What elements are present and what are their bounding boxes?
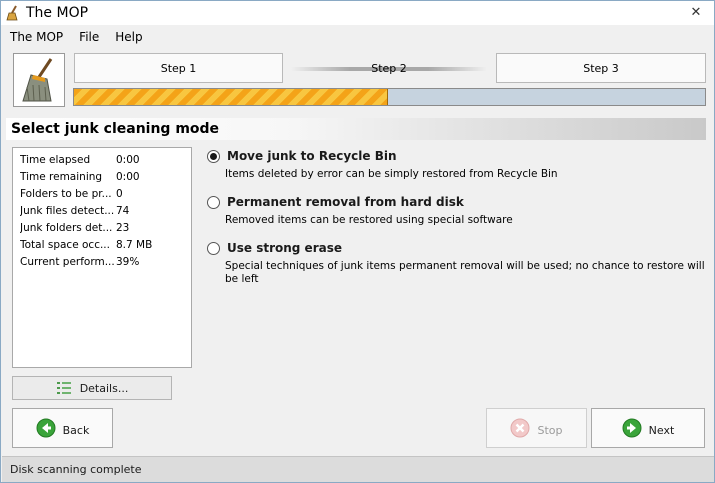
- details-button[interactable]: Details...: [12, 376, 172, 400]
- scan-stats-panel: Time elapsed 0:00 Time remaining 0:00 Fo…: [12, 147, 192, 368]
- progress-fill: [74, 89, 389, 105]
- option-permanent-removal: Permanent removal from hard disk Removed…: [207, 193, 707, 227]
- app-logo: [13, 53, 65, 107]
- option-description: Items deleted by error can be simply res…: [225, 168, 558, 180]
- stat-value: 0:00: [116, 170, 140, 183]
- stat-row: Time elapsed 0:00: [20, 151, 191, 168]
- details-button-label: Details...: [79, 381, 129, 395]
- stat-row: Junk folders det... 23: [20, 219, 191, 236]
- menu-item-help[interactable]: Help: [106, 30, 149, 44]
- step-1-button[interactable]: Step 1: [74, 53, 283, 83]
- option-strong-erase: Use strong erase Special techniques of j…: [207, 239, 707, 286]
- stat-label: Folders to be pr...: [20, 187, 112, 200]
- stat-value: 74: [116, 204, 130, 217]
- step-3-button[interactable]: Step 3: [496, 53, 706, 83]
- next-button-label: Next: [648, 423, 675, 437]
- radio-strong-erase[interactable]: [207, 241, 220, 255]
- step-2-label: Step 2: [371, 61, 407, 75]
- back-button[interactable]: Back: [12, 408, 113, 448]
- stat-value: 39%: [116, 255, 140, 268]
- broom-icon: [6, 5, 18, 21]
- list-icon: [56, 382, 71, 394]
- arrow-left-circle-icon: [36, 418, 56, 438]
- status-bar: Disk scanning complete: [2, 456, 714, 482]
- menu-item-file[interactable]: File: [70, 30, 106, 44]
- back-button-label: Back: [62, 423, 90, 437]
- radio-permanent-removal[interactable]: [207, 195, 220, 209]
- option-title[interactable]: Move junk to Recycle Bin: [227, 149, 397, 163]
- stop-button[interactable]: Stop: [486, 408, 587, 448]
- stat-label: Junk folders det...: [20, 221, 113, 234]
- stat-row: Folders to be pr... 0: [20, 185, 191, 202]
- close-button[interactable]: ✕: [684, 3, 708, 21]
- window-title: The MOP: [26, 5, 89, 21]
- section-title: Select junk cleaning mode: [6, 118, 706, 140]
- stat-label: Current perform...: [20, 255, 115, 268]
- option-title[interactable]: Use strong erase: [227, 241, 342, 255]
- radio-selected-dot: [210, 152, 217, 160]
- next-button[interactable]: Next: [591, 408, 705, 448]
- stat-label: Total space occ...: [20, 238, 110, 251]
- option-title[interactable]: Permanent removal from hard disk: [227, 195, 464, 209]
- stat-row: Current perform... 39%: [20, 253, 191, 270]
- stat-row: Junk files detect... 74: [20, 202, 191, 219]
- stat-row: Total space occ... 8.7 MB: [20, 236, 191, 253]
- stat-value: 0: [116, 187, 123, 200]
- stat-label: Time remaining: [20, 170, 103, 183]
- arrow-right-circle-icon: [622, 418, 642, 438]
- stat-value: 23: [116, 221, 130, 234]
- menu-item-the-mop[interactable]: The MOP: [1, 30, 70, 44]
- option-description: Special techniques of junk items permane…: [225, 260, 705, 285]
- progress-bar: [73, 88, 706, 106]
- stat-value: 0:00: [116, 153, 140, 166]
- cleaning-mode-options: Move junk to Recycle Bin Items deleted b…: [207, 147, 707, 298]
- radio-recycle-bin[interactable]: [207, 149, 220, 163]
- stat-label: Junk files detect...: [20, 204, 115, 217]
- menu-bar: The MOP File Help: [1, 27, 714, 47]
- mop-logo-icon: [22, 58, 53, 102]
- stat-label: Time elapsed: [20, 153, 91, 166]
- stop-circle-icon: [510, 418, 530, 438]
- title-bar: The MOP ✕: [1, 1, 714, 25]
- app-window: The MOP ✕ The MOP File Help Step 1 Step …: [0, 0, 715, 483]
- option-recycle-bin: Move junk to Recycle Bin Items deleted b…: [207, 147, 707, 181]
- stat-row: Time remaining 0:00: [20, 168, 191, 185]
- stop-button-label: Stop: [537, 423, 563, 437]
- option-description: Removed items can be restored using spec…: [225, 214, 513, 226]
- stat-value: 8.7 MB: [116, 238, 153, 251]
